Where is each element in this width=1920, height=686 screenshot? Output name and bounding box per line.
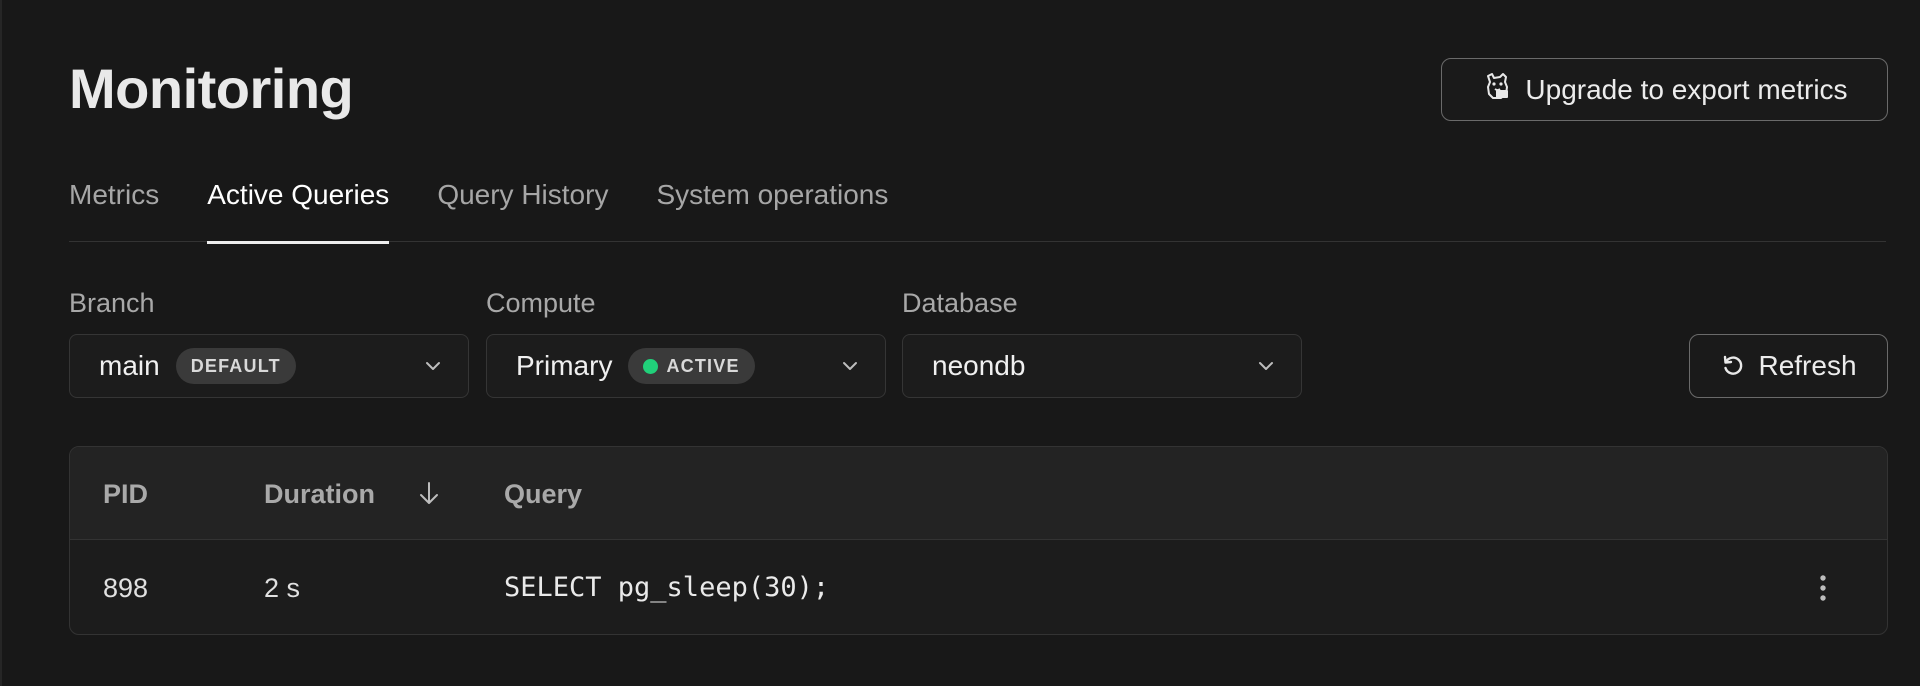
export-button-label: Upgrade to export metrics — [1525, 73, 1848, 105]
duration-cell: 2 s — [264, 573, 301, 603]
branch-value: main — [99, 350, 160, 381]
tab-metrics[interactable]: Metrics — [69, 170, 159, 242]
tab-query-history[interactable]: Query History — [437, 170, 608, 242]
refresh-icon — [1724, 355, 1743, 375]
query-cell: SELECT pg_sleep(30); — [504, 572, 830, 603]
active-badge-label: ACTIVE — [666, 355, 740, 376]
default-badge: DEFAULT — [175, 348, 296, 384]
column-header-pid[interactable]: PID — [103, 477, 148, 511]
default-badge-label: DEFAULT — [190, 355, 281, 376]
monitoring-page: Monitoring Upgrade to export metrics Met… — [0, 0, 1920, 686]
page-title: Monitoring — [69, 57, 354, 120]
table-header: PID Duration Query — [70, 447, 1887, 540]
datadog-dog-icon — [1481, 70, 1513, 109]
column-header-query[interactable]: Query — [504, 477, 582, 511]
active-status-dot-icon — [643, 358, 659, 374]
branch-label: Branch — [69, 288, 155, 318]
refresh-button[interactable]: Refresh — [1689, 334, 1888, 398]
database-label: Database — [902, 288, 1018, 318]
upgrade-export-metrics-button[interactable]: Upgrade to export metrics — [1441, 58, 1888, 121]
compute-select[interactable]: Primary ACTIVE — [486, 334, 886, 398]
refresh-button-label: Refresh — [1758, 350, 1857, 381]
active-queries-table: PID Duration Query 898 2 s SELECT pg_sle… — [69, 446, 1888, 635]
tab-active-queries[interactable]: Active Queries — [207, 170, 390, 244]
database-value: neondb — [932, 350, 1026, 381]
tab-system-operations[interactable]: System operations — [656, 170, 888, 242]
chevron-down-icon — [1259, 362, 1273, 370]
active-status-badge: ACTIVE — [628, 348, 755, 384]
compute-label: Compute — [486, 288, 596, 318]
chevron-down-icon — [426, 362, 440, 370]
column-header-duration[interactable]: Duration — [264, 477, 375, 511]
sort-descending-icon[interactable] — [414, 478, 444, 508]
database-select[interactable]: neondb — [902, 334, 1302, 398]
chevron-down-icon — [843, 362, 857, 370]
table-row: 898 2 s SELECT pg_sleep(30); — [70, 540, 1887, 634]
more-options-icon[interactable] — [1806, 571, 1840, 605]
monitoring-tabs: Metrics Active Queries Query History Sys… — [69, 170, 1886, 244]
compute-value: Primary — [516, 350, 613, 381]
branch-select[interactable]: main DEFAULT — [69, 334, 469, 398]
pid-cell: 898 — [103, 573, 149, 603]
